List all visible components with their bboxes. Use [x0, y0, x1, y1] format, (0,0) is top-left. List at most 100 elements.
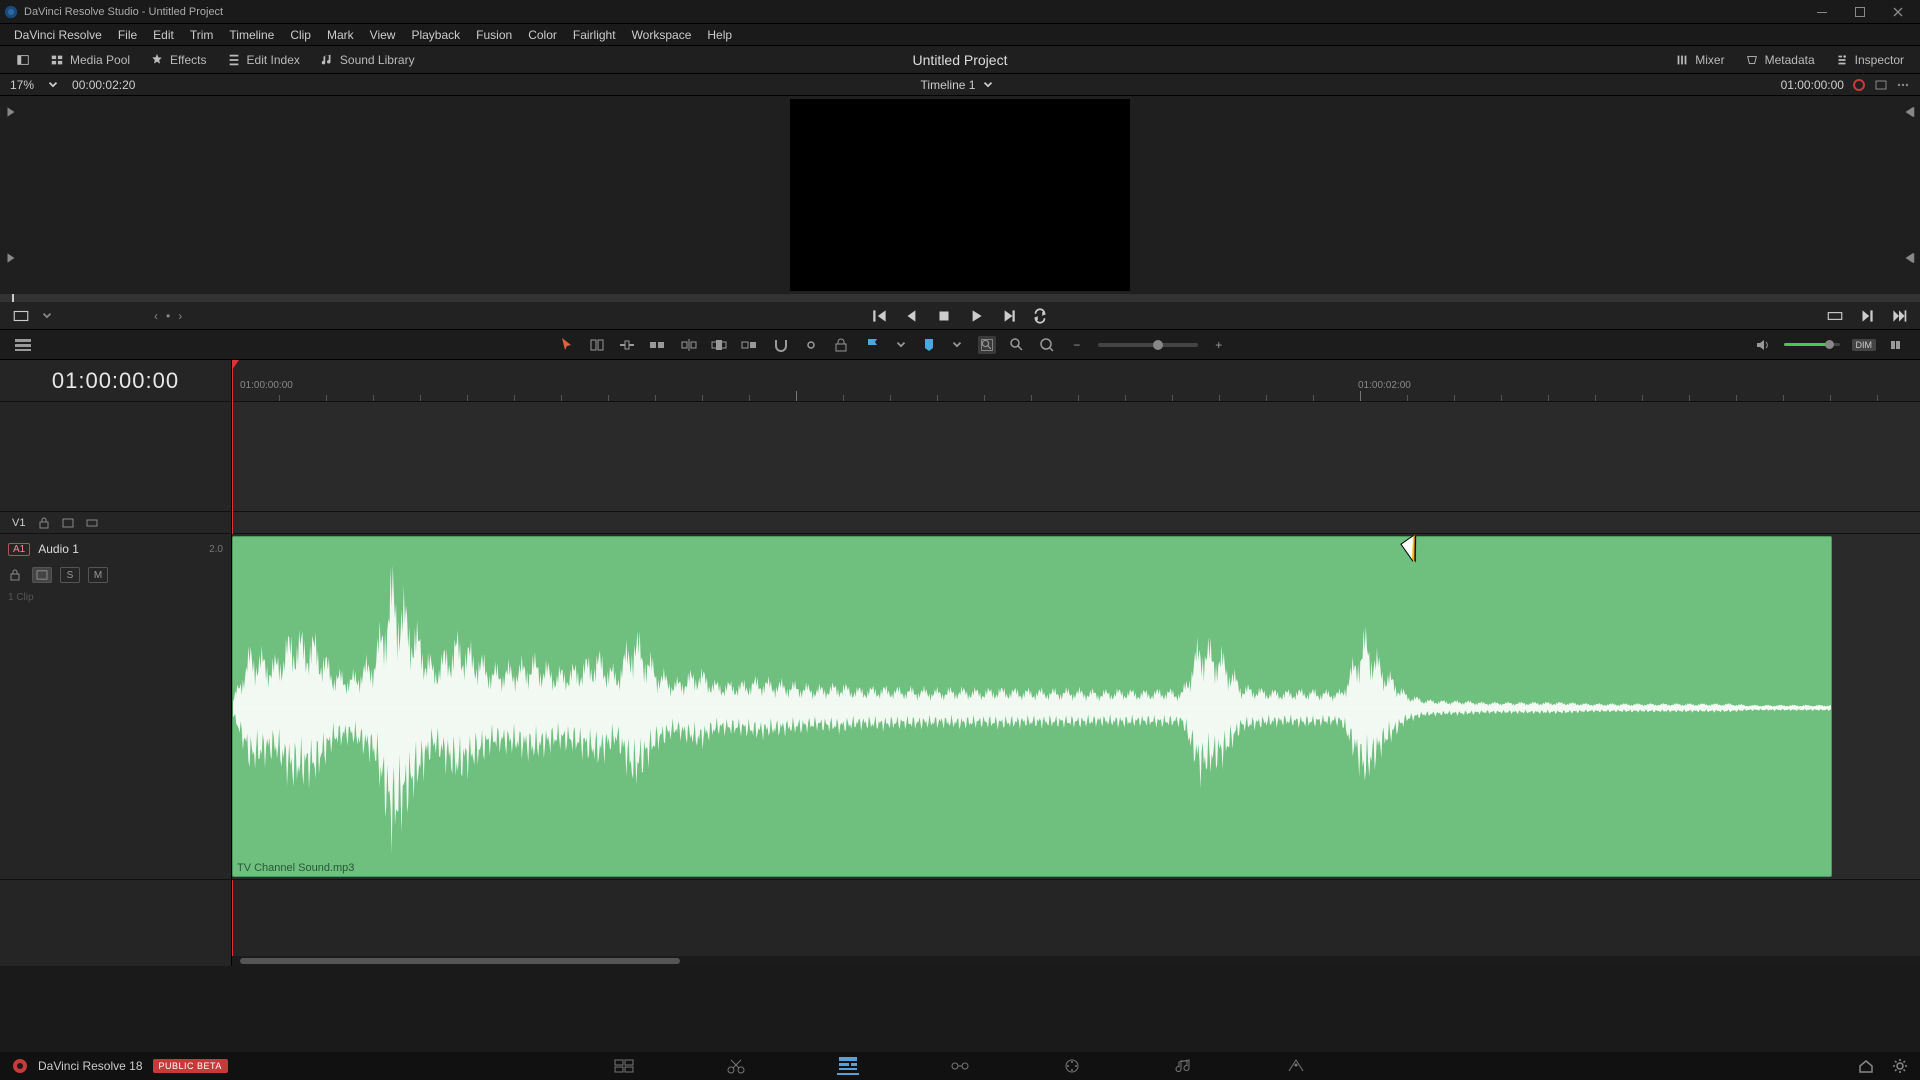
chevron-down-icon[interactable]: [950, 338, 964, 352]
solo-button[interactable]: S: [60, 567, 80, 583]
custom-zoom-icon[interactable]: [1038, 336, 1056, 354]
menu-fairlight[interactable]: Fairlight: [565, 26, 624, 44]
mixer-button[interactable]: Mixer: [1667, 50, 1732, 70]
out-point-handle-icon[interactable]: [1902, 250, 1916, 266]
timeline-viewer[interactable]: [0, 96, 1920, 294]
sound-library-button[interactable]: Sound Library: [312, 50, 423, 70]
gamut-icon[interactable]: [1852, 78, 1866, 92]
mute-button[interactable]: M: [88, 567, 108, 583]
playhead[interactable]: [232, 360, 239, 370]
menu-mark[interactable]: Mark: [319, 26, 362, 44]
timeline-view-options-icon[interactable]: [14, 336, 32, 354]
lock-icon[interactable]: [8, 568, 24, 582]
detail-zoom-icon[interactable]: [1008, 336, 1026, 354]
full-extent-icon[interactable]: [1826, 307, 1844, 325]
single-viewer-icon[interactable]: [1874, 78, 1888, 92]
marker-icon[interactable]: [920, 336, 938, 354]
v1-lane[interactable]: [232, 512, 1920, 534]
video-track-v1-header[interactable]: V1: [0, 512, 231, 534]
play-button[interactable]: [967, 307, 985, 325]
media-pool-button[interactable]: Media Pool: [42, 50, 138, 70]
in-point-handle-icon[interactable]: [4, 250, 18, 266]
flag-icon[interactable]: [864, 336, 882, 354]
timeline-ruler[interactable]: 01:00:00:00 01:00:02:00: [232, 360, 1920, 402]
menu-view[interactable]: View: [362, 26, 404, 44]
page-media-icon[interactable]: [613, 1057, 635, 1075]
page-cut-icon[interactable]: [725, 1057, 747, 1075]
blade-tool-icon[interactable]: [648, 336, 666, 354]
match-frame-left-icon[interactable]: [4, 104, 18, 120]
timeline-name[interactable]: Timeline 1: [921, 78, 976, 92]
monitor-volume-icon[interactable]: [1754, 336, 1772, 354]
match-frame-right-icon[interactable]: [1902, 104, 1916, 120]
bypass-fx-icon[interactable]: [12, 307, 30, 325]
options-dots-icon[interactable]: [1896, 78, 1910, 92]
close-button[interactable]: [1888, 4, 1908, 20]
replace-clip-icon[interactable]: [740, 336, 758, 354]
menu-clip[interactable]: Clip: [282, 26, 319, 44]
menu-edit[interactable]: Edit: [145, 26, 182, 44]
page-color-icon[interactable]: [1061, 1057, 1083, 1075]
stop-button[interactable]: [935, 307, 953, 325]
visibility-icon[interactable]: [85, 516, 101, 530]
viewer-zoom[interactable]: 17%: [10, 78, 34, 92]
lock-icon[interactable]: [37, 516, 53, 530]
menu-timeline[interactable]: Timeline: [221, 26, 282, 44]
linked-selection-icon[interactable]: [802, 336, 820, 354]
timeline-zoom-slider[interactable]: [1098, 343, 1198, 347]
trim-tool-icon[interactable]: [588, 336, 606, 354]
project-settings-icon[interactable]: [1892, 1058, 1908, 1074]
auto-select-toggle[interactable]: [32, 567, 52, 583]
menu-playback[interactable]: Playback: [403, 26, 468, 44]
chevron-down-icon[interactable]: [40, 309, 54, 323]
dim-button[interactable]: DIM: [1852, 339, 1877, 351]
position-lock-icon[interactable]: [832, 336, 850, 354]
prev-frame-button[interactable]: [903, 307, 921, 325]
go-to-last-icon[interactable]: [1890, 307, 1908, 325]
menu-file[interactable]: File: [110, 26, 145, 44]
scrub-playhead[interactable]: [12, 294, 14, 302]
v1-tag[interactable]: V1: [8, 516, 29, 530]
page-fairlight-icon[interactable]: [1173, 1057, 1195, 1075]
selection-tool-icon[interactable]: [558, 336, 576, 354]
metadata-button[interactable]: Metadata: [1737, 50, 1823, 70]
menu-workspace[interactable]: Workspace: [624, 26, 700, 44]
inspector-button[interactable]: Inspector: [1827, 50, 1912, 70]
page-deliver-icon[interactable]: [1285, 1057, 1307, 1075]
menu-help[interactable]: Help: [699, 26, 740, 44]
video-tracks-area[interactable]: [232, 402, 1920, 512]
zoom-in-icon[interactable]: +: [1210, 336, 1228, 354]
maximize-button[interactable]: [1850, 4, 1870, 20]
chevron-down-icon[interactable]: [46, 78, 60, 92]
minimize-button[interactable]: [1812, 4, 1832, 20]
a1-lane[interactable]: TV Channel Sound.mp3: [232, 534, 1920, 880]
edit-index-button[interactable]: Edit Index: [219, 50, 308, 70]
expand-panel-button[interactable]: [8, 50, 38, 70]
timeline-timecode[interactable]: 01:00:00:00: [0, 360, 231, 402]
viewer-scrub-bar[interactable]: [0, 294, 1920, 302]
menu-davinci-resolve[interactable]: DaVinci Resolve: [6, 26, 110, 44]
menu-trim[interactable]: Trim: [182, 26, 222, 44]
next-edit-icon[interactable]: ›: [178, 309, 182, 323]
effects-button[interactable]: Effects: [142, 50, 214, 70]
record-timecode[interactable]: 01:00:00:00: [1781, 78, 1844, 92]
zoom-out-icon[interactable]: −: [1068, 336, 1086, 354]
chevron-down-icon[interactable]: [894, 338, 908, 352]
zoom-to-fit-icon[interactable]: [978, 336, 996, 354]
scrollbar-thumb[interactable]: [240, 958, 680, 964]
menu-fusion[interactable]: Fusion: [468, 26, 520, 44]
timeline-empty-area[interactable]: [232, 880, 1920, 966]
prev-edit-icon[interactable]: ‹: [154, 309, 158, 323]
timeline-canvas[interactable]: 01:00:00:00 01:00:02:00 TV Channel Sound…: [232, 360, 1920, 966]
audio-track-a1-header[interactable]: A1 Audio 1 2.0 S M 1 Clip: [0, 534, 231, 880]
first-frame-button[interactable]: [871, 307, 889, 325]
mute-icon[interactable]: [1888, 336, 1906, 354]
next-frame-button[interactable]: [999, 307, 1017, 325]
page-edit-icon[interactable]: [837, 1057, 859, 1075]
timeline-h-scrollbar[interactable]: [232, 956, 1920, 966]
insert-clip-icon[interactable]: [680, 336, 698, 354]
loop-button[interactable]: [1031, 307, 1049, 325]
dynamic-trim-icon[interactable]: [618, 336, 636, 354]
a1-name[interactable]: Audio 1: [38, 542, 201, 556]
go-to-end-icon[interactable]: [1858, 307, 1876, 325]
